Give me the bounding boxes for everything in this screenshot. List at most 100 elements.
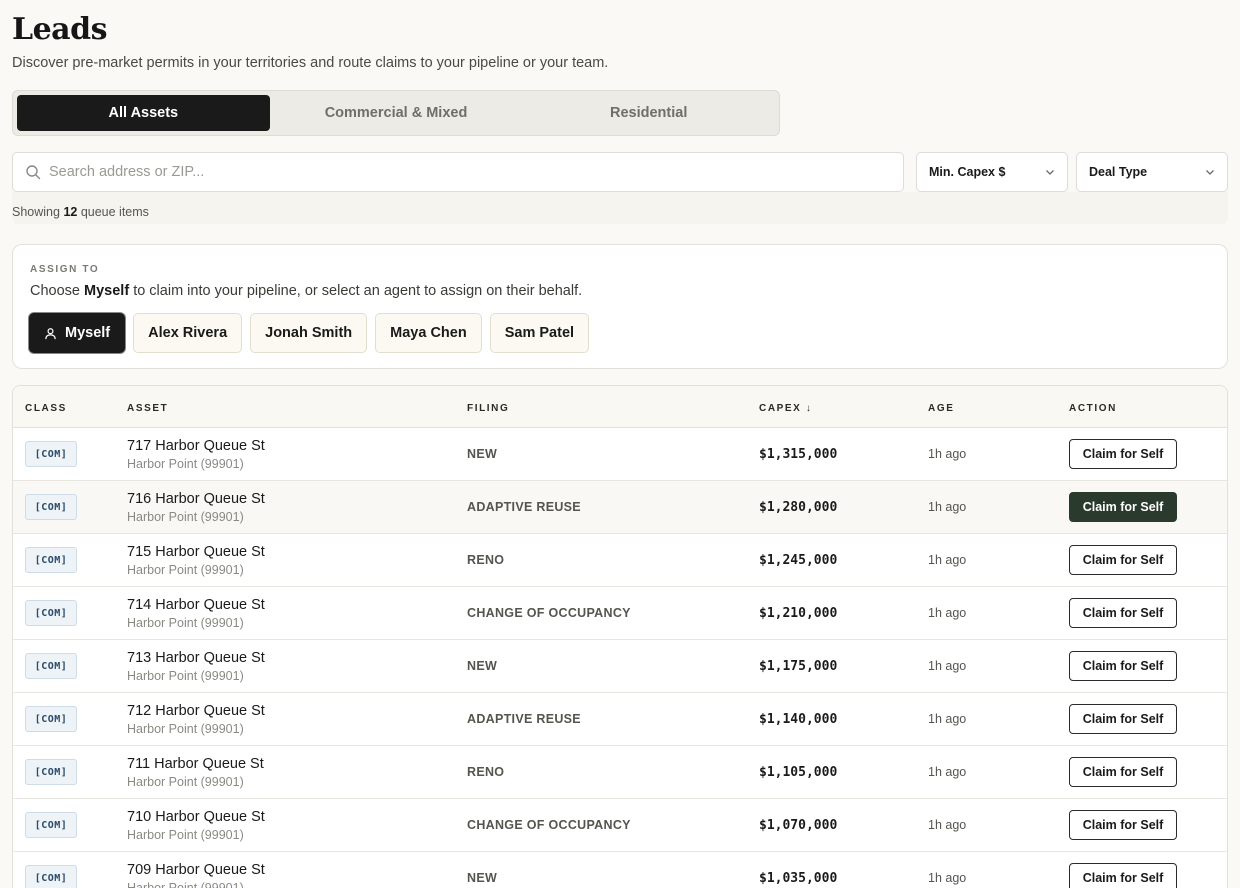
claim-for-self-button[interactable]: Claim for Self [1069, 810, 1177, 840]
capex-value: $1,070,000 [759, 818, 838, 833]
asset-address: 709 Harbor Queue St [127, 862, 265, 878]
class-badge: [COM] [25, 494, 77, 520]
assign-desc-pre: Choose [30, 283, 80, 299]
claim-for-self-button[interactable]: Claim for Self [1069, 863, 1177, 888]
agent-sam-patel[interactable]: Sam Patel [489, 313, 590, 353]
capex-value: $1,280,000 [759, 500, 838, 515]
tab-all-assets[interactable]: All Assets [17, 95, 270, 131]
capex-value: $1,315,000 [759, 447, 838, 462]
min-capex-label: Min. Capex $ [929, 165, 1006, 179]
agent-maya-chen[interactable]: Maya Chen [375, 313, 482, 353]
table-row[interactable]: [COM] 710 Harbor Queue St Harbor Point (99… [13, 799, 1227, 852]
capex-value: $1,105,000 [759, 765, 838, 780]
asset-address: 711 Harbor Queue St [127, 756, 264, 772]
asset-location: Harbor Point (99901) [127, 722, 244, 736]
col-class[interactable]: CLASS [25, 403, 67, 414]
asset-location: Harbor Point (99901) [127, 775, 244, 789]
agent-alex-rivera[interactable]: Alex Rivera [133, 313, 243, 353]
claim-for-self-button[interactable]: Claim for Self [1069, 757, 1177, 787]
claim-for-self-button[interactable]: Claim for Self [1069, 492, 1177, 522]
claim-for-self-button[interactable]: Claim for Self [1069, 439, 1177, 469]
table-row[interactable]: [COM] 715 Harbor Queue St Harbor Point (99… [13, 534, 1227, 587]
tab-residential[interactable]: Residential [522, 95, 775, 131]
class-badge: [COM] [25, 865, 77, 888]
asset-address: 713 Harbor Queue St [127, 650, 265, 666]
asset-address: 715 Harbor Queue St [127, 544, 265, 560]
class-badge: [COM] [25, 600, 77, 626]
age-value: 1h ago [928, 659, 967, 673]
col-filing[interactable]: FILING [467, 403, 509, 414]
leads-table: CLASS ASSET FILING CAPEX ↓ AGE ACTION [C… [12, 385, 1228, 888]
class-badge: [COM] [25, 812, 77, 838]
asset-address: 710 Harbor Queue St [127, 809, 265, 825]
assign-desc-post: to claim into your pipeline, or select a… [133, 283, 583, 299]
claim-for-self-button[interactable]: Claim for Self [1069, 545, 1177, 575]
capex-value: $1,175,000 [759, 659, 838, 674]
chevron-down-icon [1206, 170, 1214, 175]
age-value: 1h ago [928, 712, 967, 726]
age-value: 1h ago [928, 606, 967, 620]
table-row[interactable]: [COM] 716 Harbor Queue St Harbor Point (99… [13, 481, 1227, 534]
agent-myself[interactable]: Myself [29, 313, 126, 353]
showing-number: 12 [63, 205, 78, 219]
class-badge: [COM] [25, 759, 77, 785]
asset-address: 712 Harbor Queue St [127, 703, 265, 719]
asset-location: Harbor Point (99901) [127, 563, 244, 577]
table-row[interactable]: [COM] 712 Harbor Queue St Harbor Point (99… [13, 693, 1227, 746]
chevron-down-icon [1046, 170, 1054, 175]
table-row[interactable]: [COM] 714 Harbor Queue St Harbor Point (99… [13, 587, 1227, 640]
class-badge: [COM] [25, 653, 77, 679]
search-icon [26, 165, 41, 180]
claim-for-self-button[interactable]: Claim for Self [1069, 598, 1177, 628]
min-capex-select[interactable]: Min. Capex $ [916, 152, 1068, 192]
agent-label: Myself [65, 325, 111, 341]
asset-tabs: All Assets Commercial & Mixed Residentia… [12, 90, 780, 136]
col-action: ACTION [1069, 403, 1117, 414]
age-value: 1h ago [928, 553, 967, 567]
search-input[interactable] [49, 164, 903, 180]
asset-location: Harbor Point (99901) [127, 881, 244, 888]
table-row[interactable]: [COM] 709 Harbor Queue St Harbor Point (99… [13, 852, 1227, 888]
assign-label: ASSIGN TO [30, 264, 100, 275]
agent-selector: Myself Alex Rivera Jonah Smith Maya Chen… [29, 313, 590, 353]
filing-type: NEW [467, 659, 498, 673]
filing-type: CHANGE OF OCCUPANCY [467, 818, 631, 832]
filing-type: CHANGE OF OCCUPANCY [467, 606, 631, 620]
capex-value: $1,140,000 [759, 712, 838, 727]
deal-type-label: Deal Type [1089, 165, 1148, 179]
agent-jonah-smith[interactable]: Jonah Smith [250, 313, 368, 353]
asset-location: Harbor Point (99901) [127, 828, 244, 842]
search-box[interactable] [12, 152, 904, 192]
class-badge: [COM] [25, 706, 77, 732]
age-value: 1h ago [928, 447, 967, 461]
claim-for-self-button[interactable]: Claim for Self [1069, 704, 1177, 734]
filing-type: RENO [467, 765, 505, 779]
tab-commercial-mixed[interactable]: Commercial & Mixed [270, 95, 523, 131]
filing-type: NEW [467, 871, 498, 885]
col-age[interactable]: AGE [928, 403, 954, 414]
filing-type: NEW [467, 447, 498, 461]
filing-type: ADAPTIVE REUSE [467, 500, 581, 514]
asset-location: Harbor Point (99901) [127, 669, 244, 683]
asset-address: 714 Harbor Queue St [127, 597, 265, 613]
col-asset[interactable]: ASSET [127, 403, 168, 414]
age-value: 1h ago [928, 818, 967, 832]
deal-type-select[interactable]: Deal Type [1076, 152, 1228, 192]
asset-address: 716 Harbor Queue St [127, 491, 265, 507]
filter-strip [12, 192, 1228, 224]
capex-value: $1,245,000 [759, 553, 838, 568]
age-value: 1h ago [928, 765, 967, 779]
table-row[interactable]: [COM] 717 Harbor Queue St Harbor Point (99… [13, 428, 1227, 481]
class-badge: [COM] [25, 547, 77, 573]
table-row[interactable]: [COM] 713 Harbor Queue St Harbor Point (99… [13, 640, 1227, 693]
assign-panel: ASSIGN TO Choose Myself to claim into yo… [12, 244, 1228, 369]
table-row[interactable]: [COM] 711 Harbor Queue St Harbor Point (99… [13, 746, 1227, 799]
table-body: [COM] 717 Harbor Queue St Harbor Point (99… [13, 428, 1227, 888]
claim-for-self-button[interactable]: Claim for Self [1069, 651, 1177, 681]
class-badge: [COM] [25, 441, 77, 467]
showing-count: Showing 12 queue items [12, 205, 149, 219]
assign-desc-bold: Myself [84, 283, 130, 299]
age-value: 1h ago [928, 871, 967, 885]
asset-location: Harbor Point (99901) [127, 616, 244, 630]
col-capex[interactable]: CAPEX ↓ [759, 403, 812, 414]
